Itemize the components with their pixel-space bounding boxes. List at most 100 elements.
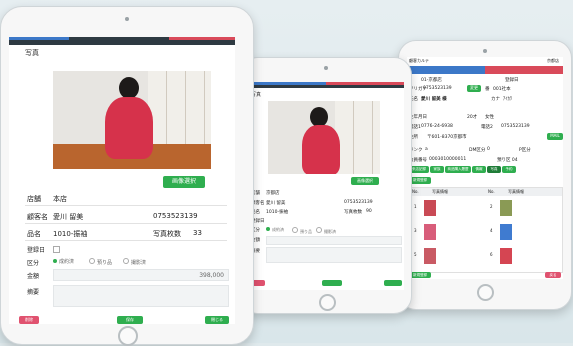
new-button[interactable]: 新規登録 [409, 177, 431, 184]
edit-button[interactable]: 変更 [467, 85, 481, 92]
header-left: 顧客カルテ [409, 58, 429, 63]
rank-value: a [425, 147, 428, 152]
new-button-bottom[interactable]: 新規登録 [409, 272, 431, 278]
photo-count-value: 90 [366, 209, 372, 214]
row-thumbnail [424, 224, 436, 240]
memo-label: 摘要 [27, 289, 40, 296]
row-thumbnail [424, 200, 436, 216]
col-no: No. [412, 189, 419, 194]
save-button[interactable]: 保存 [117, 316, 143, 324]
customer-value: 愛川 留美 [53, 213, 84, 221]
kana-value: ｱｲｶﾜ [503, 97, 512, 102]
image-select-button[interactable]: 画像選択 [163, 176, 205, 188]
photo-count-value: 33 [193, 229, 202, 237]
table-row[interactable]: 3 4 [410, 222, 562, 244]
option-label: 成約済 [59, 259, 75, 265]
camera-dot [125, 17, 129, 21]
close-button[interactable]: 閉じる [205, 316, 229, 324]
category-option[interactable]: 預り品 [292, 227, 312, 235]
row-no-2: 2 [490, 204, 493, 209]
row-no: 3 [414, 228, 417, 233]
delete-button[interactable]: 削除 [19, 316, 39, 324]
close-button[interactable] [384, 280, 402, 286]
tab-4[interactable] [485, 66, 511, 74]
photo-count-label: 写真枚数 [153, 230, 181, 238]
option-label: 撮影済 [324, 229, 336, 234]
amount-field[interactable] [266, 236, 402, 245]
table-row[interactable]: 1 2 [410, 198, 562, 220]
store-value: 京都店 [266, 191, 280, 196]
row-no-2: 4 [490, 228, 493, 233]
divider [25, 223, 227, 224]
customer-label: 顧客名 [27, 213, 48, 221]
mail-button[interactable]: MAIL [547, 133, 563, 140]
register-label: 登録日 [27, 247, 46, 254]
cert-value: 0003010000011 [429, 157, 467, 162]
category-label: 区分 [27, 260, 40, 267]
tab-6[interactable] [537, 66, 563, 74]
tab-visit[interactable]: 来店記録 [409, 166, 429, 173]
option-label: 撮影済 [131, 260, 147, 266]
row-thumbnail-2 [500, 248, 512, 264]
radio-selected-icon [53, 259, 57, 263]
tablet-front: 写真 画像選択 店舗 本店 顧客名 愛川 留美 0753523139 品名 10… [0, 6, 254, 346]
phone-value: 0753523139 [344, 200, 373, 205]
tab-2[interactable] [433, 66, 459, 74]
col-photo-2: 写真情報 [508, 189, 524, 194]
amount-label: 金額 [27, 273, 40, 280]
memo-field[interactable] [53, 285, 229, 307]
shoji-background [335, 101, 380, 174]
tab-info[interactable]: 情報 [472, 166, 486, 173]
category-option[interactable]: 成約済 [266, 227, 284, 233]
category-option[interactable]: 成約済 [53, 258, 74, 265]
tab-3[interactable] [459, 66, 485, 74]
store-value: 本店 [53, 195, 67, 203]
tab-family[interactable]: 家族 [430, 166, 444, 173]
accent-stripe [248, 82, 326, 85]
home-button[interactable] [477, 284, 494, 301]
address-value: 〒601-8370京都市 [427, 135, 467, 140]
category-option[interactable]: 預り品 [89, 258, 112, 266]
tablet-right: 顧客カルテ 京都店 01-京都店 登録日 フリガナ 0753523139 変更 … [398, 40, 572, 310]
row-thumbnail-2 [500, 224, 512, 240]
person-head [310, 107, 328, 127]
radio-selected-icon [266, 227, 270, 231]
accent-stripe [169, 37, 235, 40]
back-button[interactable]: 戻る [545, 272, 561, 278]
member-no: 001社本 [493, 87, 511, 92]
ka-label: 預り区 04 [497, 158, 518, 163]
person-head [119, 77, 139, 99]
table-header: No. 写真情報 No. 写真情報 [410, 188, 562, 196]
register-checkbox[interactable] [53, 246, 60, 253]
radio-icon [292, 227, 298, 233]
register-label: 登録日 [505, 78, 519, 83]
phone2-label: 電話2 [481, 125, 493, 130]
table-row[interactable]: 5 6 [410, 246, 562, 268]
accent-stripe [326, 82, 404, 85]
tab-5[interactable] [511, 66, 537, 74]
amount-field[interactable]: 398,000 [53, 269, 229, 281]
category-option[interactable]: 撮影済 [316, 227, 336, 235]
tab-reserve[interactable]: 予約 [502, 166, 516, 173]
home-button[interactable] [118, 326, 138, 346]
category-option[interactable]: 撮影済 [123, 258, 146, 266]
home-button[interactable] [319, 294, 336, 311]
save-button[interactable] [322, 280, 342, 286]
product-label: 品名 [27, 230, 41, 238]
option-label: 預り品 [97, 260, 113, 266]
option-label: 預り品 [300, 229, 312, 234]
tab-photo[interactable]: 写真 [487, 166, 501, 173]
screen-right: 顧客カルテ 京都店 01-京都店 登録日 フリガナ 0753523139 変更 … [407, 57, 563, 279]
image-select-button[interactable]: 画像選択 [351, 177, 379, 185]
photo-table: No. 写真情報 No. 写真情報 1 2 3 4 5 6 [409, 187, 563, 273]
kana-label: カナ [491, 97, 500, 102]
tab-purchase[interactable]: 商品購入履歴 [445, 166, 471, 173]
accent-stripe [9, 37, 69, 40]
screen-middle: 写真 画像選択 店舗 京都店 顧客名 愛川 留美 0753523139 品名 1… [248, 82, 404, 290]
memo-field[interactable] [266, 247, 402, 263]
store-label: 店舗 [27, 195, 41, 203]
divider [25, 240, 227, 241]
radio-icon [316, 227, 322, 233]
col-photo: 写真情報 [432, 189, 448, 194]
phone-value: 0753523139 [423, 86, 452, 91]
